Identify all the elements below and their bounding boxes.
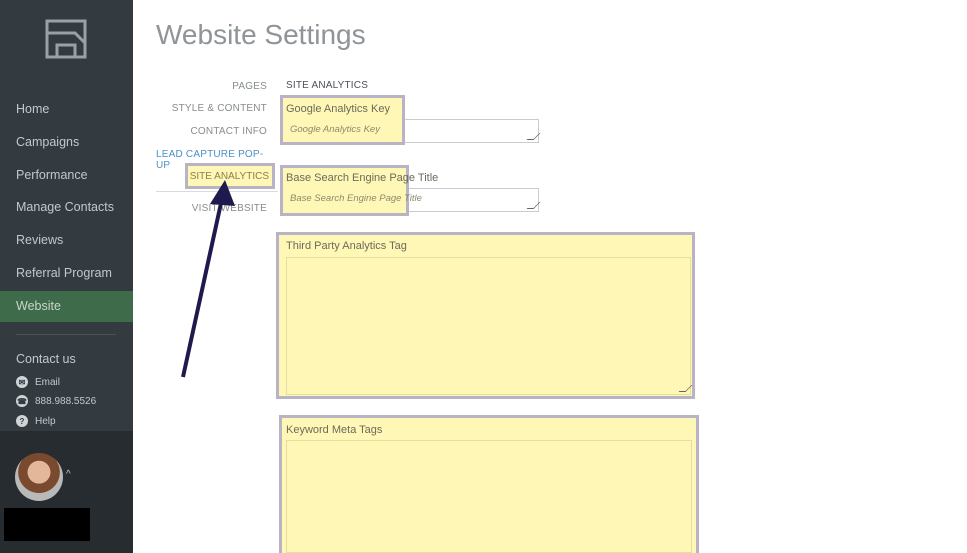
section-title: SITE ANALYTICS [286, 80, 369, 91]
contact-us-title: Contact us [16, 352, 76, 366]
nav-campaigns[interactable]: Campaigns [0, 127, 133, 158]
contact-email-link[interactable]: ✉ Email [16, 375, 60, 389]
nav-reviews[interactable]: Reviews [0, 225, 133, 256]
base-title-placeholder: Base Search Engine Page Title [290, 193, 422, 204]
profile-area: ^ [0, 431, 133, 553]
phone-label: 888.988.5526 [35, 395, 97, 407]
page-title: Website Settings [156, 19, 366, 50]
nav-home[interactable]: Home [0, 94, 133, 125]
nav-website[interactable]: Website [0, 291, 133, 322]
logo-icon[interactable] [45, 19, 87, 59]
keyword-textarea[interactable] [286, 440, 692, 553]
keyword-label: Keyword Meta Tags [286, 424, 383, 436]
avatar[interactable] [15, 453, 63, 501]
subnav-style-content[interactable]: STYLE & CONTENT [140, 103, 267, 114]
ga-key-placeholder: Google Analytics Key [290, 124, 380, 135]
help-icon: ? [16, 415, 28, 427]
base-title-label: Base Search Engine Page Title [286, 172, 439, 184]
chevron-up-icon[interactable]: ^ [66, 469, 71, 480]
nav-manage-contacts[interactable]: Manage Contacts [0, 192, 133, 223]
email-label: Email [35, 376, 61, 388]
email-icon: ✉ [16, 376, 28, 388]
subnav-contact-info[interactable]: CONTACT INFO [140, 126, 267, 137]
phone-icon: ☎ [16, 395, 28, 407]
ga-key-label: Google Analytics Key [286, 103, 390, 115]
contact-phone-link[interactable]: ☎ 888.988.5526 [16, 394, 96, 408]
annotation-arrow-icon [181, 180, 235, 378]
sidebar: Home Campaigns Performance Manage Contac… [0, 0, 133, 553]
third-party-label: Third Party Analytics Tag [286, 240, 407, 252]
contact-help-link[interactable]: ? Help [16, 414, 56, 428]
sidebar-divider [16, 334, 116, 335]
help-label: Help [35, 415, 56, 427]
third-party-textarea[interactable] [286, 257, 691, 395]
subnav-pages[interactable]: PAGES [140, 81, 267, 92]
nav-referral-program[interactable]: Referral Program [0, 258, 133, 289]
redacted-username [4, 508, 90, 541]
nav-performance[interactable]: Performance [0, 160, 133, 191]
